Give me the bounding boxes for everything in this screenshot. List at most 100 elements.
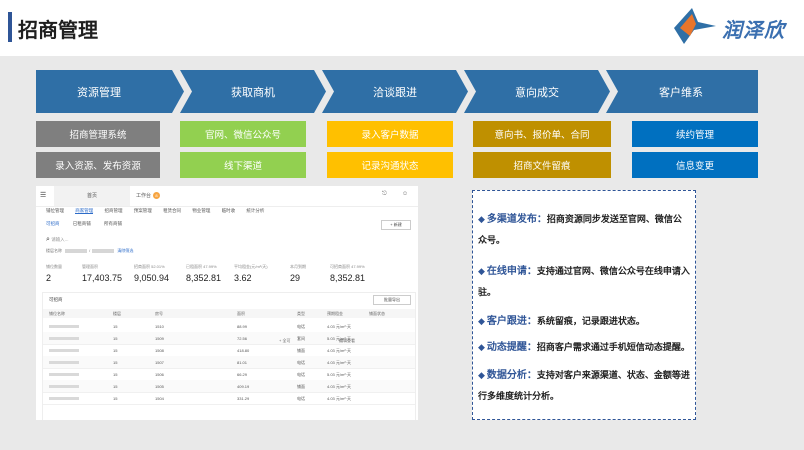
- menu-item[interactable]: 铺位管理: [46, 208, 64, 213]
- cell-type: 电话: [297, 324, 305, 329]
- blurred-name: [49, 325, 79, 328]
- table-row[interactable]: 15 1504 331.29 电话 4.03 元/m²·天: [43, 392, 415, 405]
- user-icon[interactable]: ☺: [402, 191, 408, 197]
- tag-online-channels: 官网、微信公众号: [180, 121, 306, 147]
- diamond-icon: ◆: [478, 266, 485, 276]
- bell-icon[interactable]: ⎋: [382, 191, 387, 198]
- stat-item: 铺位数量 2: [46, 264, 62, 283]
- notification-badge: 8: [153, 192, 161, 199]
- clear-filter-link[interactable]: 清除筛选: [117, 248, 133, 253]
- logo-text: 润泽欣: [722, 20, 785, 42]
- stat-label: 已租面积 47.99%: [186, 264, 217, 269]
- filter-bar: 楼层名称 / 清除筛选: [46, 248, 134, 253]
- stat-value: 2: [46, 273, 52, 283]
- cell-floor: 15: [113, 348, 118, 353]
- cell-room: 1505: [155, 384, 164, 389]
- stat-value: 9,050.94: [134, 273, 170, 283]
- cell-area: 418.80: [237, 348, 250, 353]
- cell-type: 电话: [297, 372, 305, 377]
- diamond-icon: ◆: [478, 316, 485, 326]
- cell-rent: 4.03 元/m²·天: [327, 396, 352, 401]
- menu-item-active[interactable]: 商家管理: [75, 208, 94, 214]
- feature-item: ◆ 在线申请：支持通过官网、微信公众号在线申请入驻。: [478, 266, 690, 297]
- blurred-name: [49, 361, 79, 364]
- stat-label: 可招商面积 47.99%: [330, 264, 365, 269]
- sub-tab-rented[interactable]: 已租商铺: [73, 221, 91, 226]
- title-accent-bar: [8, 12, 12, 42]
- cell-type: 套间: [297, 336, 305, 341]
- cell-type: 电话: [297, 396, 305, 401]
- sub-tabs: 可招商 已租商铺 所有商铺: [46, 221, 134, 227]
- stat-item: 可招商面积 47.99% 8,352.81: [330, 264, 365, 283]
- stat-value: 8,352.81: [186, 273, 222, 283]
- feature-item: ◆ 数据分析：支持对客户来源渠道、状态、金额等进行多维度统计分析。: [478, 370, 690, 401]
- cell-area: 331.29: [237, 396, 250, 401]
- feature-item: ◆ 多渠道发布：招商资源同步发送至官网、微信公众号。: [478, 214, 682, 245]
- feature-key: 动态提醒: [486, 342, 527, 353]
- stat-label: 铺位数量: [46, 264, 62, 269]
- menu-item[interactable]: 临时收: [222, 208, 236, 213]
- feature-key: 在线申请: [486, 266, 527, 277]
- process-flow: 资源管理 获取商机 洽谈跟进 意向成交 客户维系: [36, 70, 758, 113]
- tag-offline-channels: 线下渠道: [180, 152, 306, 178]
- cell-floor: 15: [113, 396, 118, 401]
- header: 招商管理 润泽欣: [0, 0, 804, 56]
- table-header: 铺位名称 楼层 房号 面积 类型 预期租金 铺面状态: [43, 309, 415, 318]
- menu-item[interactable]: 预案管理: [134, 208, 152, 213]
- tab-workbench-label: 工作台: [136, 193, 152, 199]
- col-header[interactable]: 铺面状态: [369, 311, 385, 317]
- col-header[interactable]: 楼层: [113, 311, 121, 317]
- sub-tab-all[interactable]: 所有商铺: [104, 221, 122, 226]
- stat-value: 8,352.81: [330, 273, 366, 283]
- search-input[interactable]: ⌕ 请输入...: [46, 236, 68, 244]
- cell-floor: 15: [113, 384, 118, 389]
- search-placeholder: 请输入...: [51, 237, 69, 242]
- app-screenshot: ☰ 首页 工作台 8 ⎋ ☺ 铺位管理 商家管理 招商管理 预案管理 租赁合同 物…: [36, 186, 418, 420]
- tag-resource-system: 招商管理系统: [36, 121, 160, 147]
- feature-key: 客户跟进: [486, 316, 527, 327]
- menu-item[interactable]: 招商管理: [105, 208, 123, 213]
- new-button[interactable]: + 新建: [381, 220, 411, 230]
- feature-item: ◆ 动态提醒：招商客户需求通过手机短信动态提醒。: [478, 342, 690, 353]
- stat-label: 招商面积 52.01%: [134, 264, 165, 269]
- cell-rent: 4.03 元/m²·天: [327, 360, 352, 365]
- logo-icon: [674, 8, 716, 44]
- menu-item[interactable]: 租赁合同: [163, 208, 181, 213]
- blurred-name: [49, 349, 79, 352]
- tag-renewal: 续约管理: [632, 121, 758, 147]
- col-header[interactable]: 房号: [155, 311, 163, 317]
- col-header[interactable]: 铺位名称: [49, 311, 65, 317]
- tag-info-change: 信息变更: [632, 152, 758, 178]
- diamond-icon: ◆: [478, 342, 485, 352]
- cell-area: 72.56: [237, 336, 248, 341]
- app-topbar: ☰ 首页 工作台 8 ⎋ ☺: [36, 186, 418, 207]
- diamond-icon: ◆: [478, 370, 485, 380]
- col-header[interactable]: 类型: [297, 311, 305, 317]
- tag-customer-data: 录入客户数据: [327, 121, 453, 147]
- blurred-name: [49, 373, 79, 376]
- stat-item: 已租面积 47.99% 8,352.81: [186, 264, 221, 283]
- tag-doc-archive: 招商文件留痕: [473, 152, 611, 178]
- sub-tab-available[interactable]: 可招商: [46, 221, 60, 226]
- menu-item[interactable]: 物业管理: [192, 208, 210, 213]
- cell-floor: 15: [113, 372, 118, 377]
- diamond-icon: ◆: [478, 214, 485, 224]
- filter-value[interactable]: [65, 248, 88, 253]
- col-header[interactable]: 预期租金: [327, 311, 343, 317]
- stat-label: 平均租金(元/m²/天): [234, 264, 268, 269]
- page-title: 招商管理: [18, 20, 98, 42]
- cell-rent: 4.03 元/m²·天: [327, 384, 352, 389]
- export-button[interactable]: 批量导出: [373, 295, 411, 305]
- cell-floor: 15: [113, 336, 118, 341]
- col-header[interactable]: 面积: [237, 311, 245, 317]
- menu-item[interactable]: 统计分析: [246, 208, 264, 213]
- blurred-name: [49, 337, 79, 340]
- cell-room: 1510: [155, 324, 164, 329]
- company-logo: 润泽欣: [672, 6, 792, 46]
- tab-home[interactable]: 首页: [54, 186, 130, 206]
- cell-type: 电话: [297, 360, 305, 365]
- feature-list-box: ◆ 多渠道发布：招商资源同步发送至官网、微信公众号。 ◆ 在线申请：支持通过官网、微…: [472, 190, 696, 420]
- tab-workbench[interactable]: 工作台 8: [136, 186, 206, 206]
- filter-value[interactable]: [92, 248, 115, 253]
- cell-area: 81.01: [237, 360, 248, 365]
